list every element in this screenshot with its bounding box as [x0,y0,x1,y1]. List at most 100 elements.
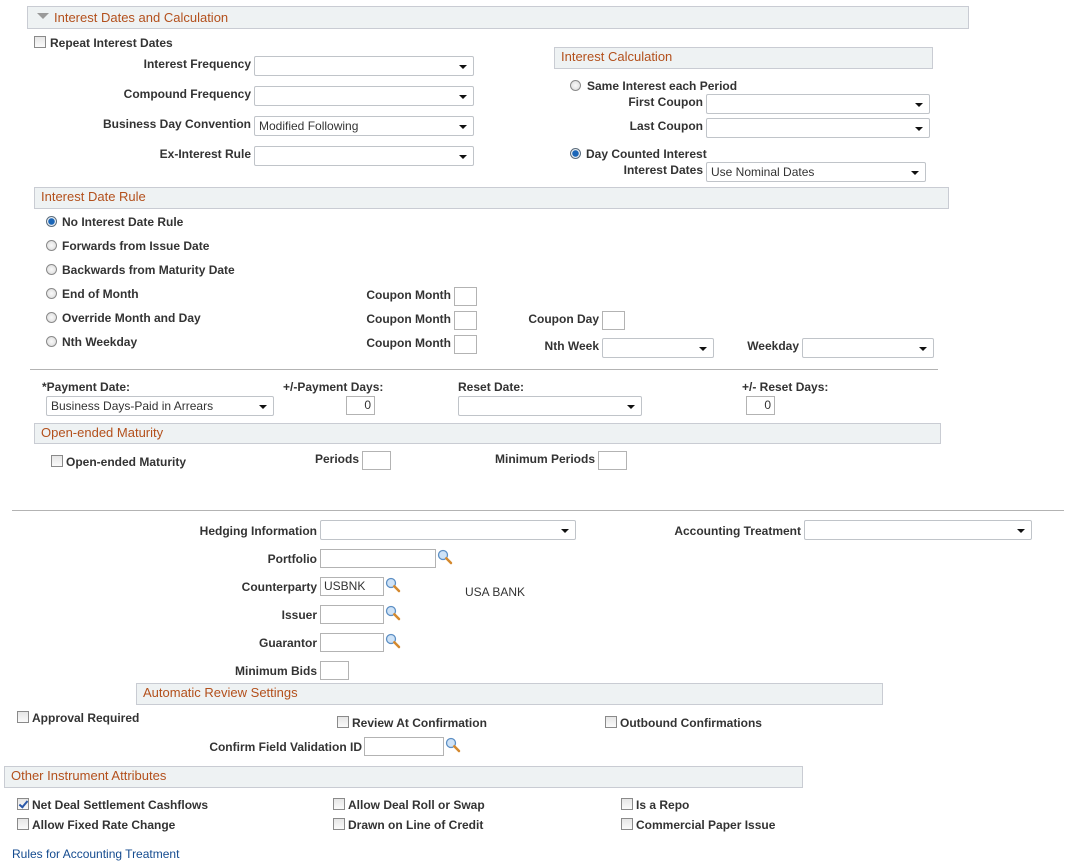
compound-frequency-label: Compound Frequency [123,87,251,101]
allow-deal-roll-checkbox[interactable] [333,798,345,810]
commercial-paper-issue-checkbox[interactable] [621,818,633,830]
allow-fixed-rate-change-label: Allow Fixed Rate Change [32,818,176,832]
commercial-paper-issue-label: Commercial Paper Issue [636,818,776,832]
interest-dates-select[interactable]: Use Nominal Dates [706,162,926,182]
accounting-treatment-select[interactable] [804,520,1032,540]
allow-fixed-rate-change-checkbox[interactable] [17,818,29,830]
interest-frequency-select[interactable] [254,56,474,76]
nth-week-select[interactable] [602,338,714,358]
weekday-select[interactable] [802,338,934,358]
dropdown-arrow-icon [459,95,467,99]
reset-days-label: +/- Reset Days: [742,380,829,394]
portfolio-label: Portfolio [267,552,317,566]
section-bar-interest-date-rule: Interest Date Rule [34,187,949,209]
dropdown-arrow-icon [459,155,467,159]
section-bar-interest-dates[interactable]: Interest Dates and Calculation [27,6,969,29]
open-ended-maturity-label: Open-ended Maturity [66,455,187,469]
section-title: Interest Date Rule [41,189,146,204]
payment-days-input[interactable]: 0 [346,396,375,415]
dropdown-arrow-icon [915,127,923,131]
portfolio-input[interactable] [320,549,436,568]
section-bar-other-instrument-attributes: Other Instrument Attributes [4,766,803,788]
dropdown-arrow-icon [627,405,635,409]
approval-required-checkbox[interactable] [17,711,29,723]
coupon-month-input-nth[interactable] [454,335,477,354]
counterparty-lookup-icon[interactable] [385,577,401,593]
periods-label: Periods [314,452,359,466]
coupon-month-input-override[interactable] [454,311,477,330]
ex-interest-rule-select[interactable] [254,146,474,166]
payment-days-label: +/-Payment Days: [283,380,384,394]
section-title: Interest Dates and Calculation [54,10,229,25]
net-deal-settlement-checkbox[interactable] [17,798,29,810]
rule-label: Forwards from Issue Date [62,239,210,253]
dropdown-arrow-icon [919,347,927,351]
counterparty-input[interactable]: USBNK [320,577,384,596]
repeat-interest-dates-label: Repeat Interest Dates [50,36,173,50]
dropdown-arrow-icon [915,103,923,107]
approval-required-label: Approval Required [32,711,140,725]
issuer-lookup-icon[interactable] [385,605,401,621]
periods-input[interactable] [362,451,391,470]
reset-days-input[interactable]: 0 [746,396,775,415]
rules-for-accounting-treatment-link[interactable]: Rules for Accounting Treatment [12,847,179,861]
rule-radio-override-month-day[interactable] [46,312,57,323]
minimum-periods-input[interactable] [598,451,627,470]
day-counted-interest-radio[interactable] [570,148,581,159]
last-coupon-select[interactable] [706,118,930,138]
payment-date-label: *Payment Date: [42,380,131,394]
rule-label: No Interest Date Rule [62,215,184,229]
review-at-confirmation-checkbox[interactable] [337,716,349,728]
first-coupon-select[interactable] [706,94,930,114]
minimum-bids-input[interactable] [320,661,349,680]
collapse-triangle-icon[interactable] [37,13,49,19]
dropdown-arrow-icon [1017,529,1025,533]
guarantor-input[interactable] [320,633,384,652]
reset-date-label: Reset Date: [458,380,525,394]
is-a-repo-label: Is a Repo [636,798,690,812]
rule-radio-end-of-month[interactable] [46,288,57,299]
rule-radio-nth-weekday[interactable] [46,336,57,347]
compound-frequency-select[interactable] [254,86,474,106]
minimum-periods-label: Minimum Periods [494,452,595,466]
coupon-month-label: Coupon Month [366,288,451,302]
rule-label: Backwards from Maturity Date [62,263,235,277]
drawn-on-line-of-credit-checkbox[interactable] [333,818,345,830]
rule-radio-no-interest-date-rule[interactable] [46,216,57,227]
guarantor-lookup-icon[interactable] [385,633,401,649]
rule-radio-backwards-from-maturity[interactable] [46,264,57,275]
repeat-interest-dates-checkbox[interactable] [34,36,46,48]
ex-interest-rule-label: Ex-Interest Rule [159,147,251,161]
dropdown-arrow-icon [459,125,467,129]
section-title: Interest Calculation [561,49,673,64]
is-a-repo-checkbox[interactable] [621,798,633,810]
counterparty-label: Counterparty [241,580,317,594]
same-interest-radio[interactable] [570,80,581,91]
portfolio-lookup-icon[interactable] [437,549,453,565]
rule-label: Override Month and Day [62,311,201,325]
drawn-on-line-of-credit-label: Drawn on Line of Credit [348,818,484,832]
dropdown-arrow-icon [459,65,467,69]
same-interest-label: Same Interest each Period [587,79,738,93]
interest-frequency-label: Interest Frequency [143,57,251,71]
confirm-field-validation-lookup-icon[interactable] [445,737,461,753]
first-coupon-label: First Coupon [628,95,703,109]
issuer-input[interactable] [320,605,384,624]
rule-radio-forwards-from-issue[interactable] [46,240,57,251]
confirm-field-validation-label: Confirm Field Validation ID [209,740,362,754]
reset-date-select[interactable] [458,396,642,416]
outbound-confirmations-checkbox[interactable] [605,716,617,728]
confirm-field-validation-input[interactable] [364,737,444,756]
divider [12,510,1064,511]
allow-deal-roll-label: Allow Deal Roll or Swap [348,798,485,812]
section-title: Automatic Review Settings [143,685,298,700]
payment-date-select[interactable]: Business Days-Paid in Arrears [46,396,274,416]
coupon-month-input-eom[interactable] [454,287,477,306]
business-day-convention-label: Business Day Convention [102,117,251,131]
open-ended-maturity-checkbox[interactable] [51,455,63,467]
coupon-month-label: Coupon Month [366,336,451,350]
coupon-day-input[interactable] [602,311,625,330]
business-day-convention-select[interactable]: Modified Following [254,116,474,136]
hedging-information-select[interactable] [320,520,576,540]
section-bar-interest-calculation: Interest Calculation [554,47,933,69]
